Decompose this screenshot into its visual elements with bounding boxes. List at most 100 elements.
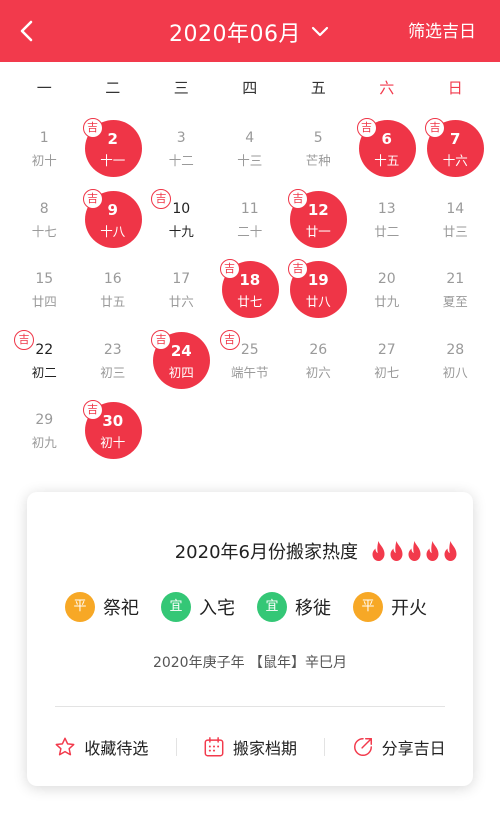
lunar-date: 初二 (31, 364, 57, 380)
weekday-label: 五 (310, 79, 326, 97)
lunar-date: 初七 (374, 364, 400, 380)
activity-item: 宜入宅 (161, 592, 235, 622)
day-cell[interactable]: 28 初八 (421, 326, 490, 396)
day-cell[interactable]: 29 初九 (10, 396, 79, 466)
day-number: 5 (313, 130, 323, 146)
lunar-date: 十一 (100, 153, 126, 168)
day-cell[interactable]: 9 十八吉 (79, 185, 148, 255)
weekday-label: 四 (242, 79, 258, 97)
day-number: 14 (446, 200, 465, 217)
lucky-badge: 吉 (425, 118, 445, 138)
flame-icon (372, 541, 385, 561)
day-cell[interactable]: 4 十三 (216, 114, 285, 184)
day-cell[interactable]: 15 廿四 (10, 255, 79, 325)
weekday-label-sunday: 日 (447, 79, 463, 97)
lunar-date: 廿八 (305, 294, 331, 310)
day-cell[interactable]: 21 夏至 (421, 255, 490, 325)
weekday-label: 一 (36, 79, 52, 97)
weekday-label-saturday: 六 (379, 79, 395, 97)
share-lucky-day-button[interactable]: 分享吉日 (324, 730, 473, 764)
day-cell[interactable]: 11 二十 (216, 185, 285, 255)
day-number: 3 (176, 130, 186, 146)
heat-row: 2020年6月份搬家热度 (175, 538, 459, 564)
lucky-badge: 吉 (219, 329, 240, 350)
lunar-date: 十五 (374, 153, 400, 168)
day-cell[interactable]: 10 十九吉 (147, 185, 216, 255)
lunar-date: 廿一 (305, 223, 331, 239)
day-cell[interactable]: 17 廿六 (147, 255, 216, 325)
day-cell[interactable]: 3 十二 (147, 114, 216, 184)
day-cell[interactable]: 1 初十 (10, 114, 79, 184)
lunar-date: 芒种 (305, 153, 331, 168)
lunar-date: 十六 (442, 153, 468, 168)
day-number: 28 (446, 341, 465, 358)
lunar-date: 初九 (31, 435, 57, 451)
activity-item: 宜移徙 (257, 592, 331, 622)
day-cell[interactable]: 2 十一吉 (79, 114, 148, 184)
activity-item: 平开火 (353, 592, 427, 622)
activity-list: 平祭祀宜入宅宜移徙平开火 (65, 592, 427, 622)
share-icon (353, 738, 372, 756)
day-cell[interactable]: 16 廿五 (79, 255, 148, 325)
day-cell[interactable]: 6 十五吉 (353, 114, 422, 184)
flame-icon (444, 541, 457, 561)
lunar-date: 初八 (442, 364, 468, 380)
lucky-badge: 吉 (82, 188, 103, 209)
lunar-date: 廿六 (168, 294, 194, 310)
lunar-date: 端午节 (230, 364, 269, 380)
filter-lucky-days-button[interactable]: 筛选吉日 (408, 17, 476, 42)
day-cell[interactable]: 22 初二吉 (10, 326, 79, 396)
activity-item: 平祭祀 (65, 592, 139, 622)
weekday-label: 三 (173, 79, 189, 97)
day-number: 23 (103, 341, 122, 358)
day-cell[interactable]: 30 初十吉 (79, 396, 148, 466)
weekday-header: 一 二 三 四 五 六 日 (0, 62, 500, 114)
day-cell[interactable]: 24 初四吉 (147, 326, 216, 396)
day-cell[interactable]: 5 芒种 (284, 114, 353, 184)
lucky-badge: 吉 (14, 329, 34, 350)
day-cell[interactable]: 14 廿三 (421, 185, 490, 255)
day-cell[interactable]: 7 十六吉 (421, 114, 490, 184)
lunar-date: 初十 (31, 153, 57, 168)
lunar-date: 十七 (31, 223, 57, 239)
divider (55, 706, 445, 707)
lucky-badge: 吉 (288, 188, 308, 209)
lunar-date: 夏至 (442, 294, 468, 310)
day-cell[interactable]: 19 廿八吉 (284, 255, 353, 325)
day-cell[interactable]: 13 廿二 (353, 185, 422, 255)
day-cell[interactable]: 8 十七 (10, 185, 79, 255)
day-number: 26 (309, 341, 328, 358)
weekday-label: 二 (105, 79, 121, 97)
flame-icon (390, 541, 403, 561)
lunar-date: 廿九 (374, 294, 400, 310)
day-cell[interactable]: 12 廿一吉 (284, 185, 353, 255)
lucky-badge: 吉 (82, 118, 103, 138)
day-cell[interactable]: 23 初三 (79, 326, 148, 396)
month-selector[interactable]: 2020年06月 (150, 15, 350, 49)
day-number: 29 (35, 412, 54, 429)
moving-schedule-button[interactable]: 搬家档期 (175, 730, 325, 764)
day-cell[interactable]: 25 端午节吉 (216, 326, 285, 396)
back-arrow-icon[interactable] (14, 17, 42, 45)
day-cell[interactable]: 20 廿九 (353, 255, 422, 325)
heat-flames (370, 540, 459, 562)
moving-schedule-label: 搬家档期 (233, 739, 298, 758)
favorite-label: 收藏待选 (84, 739, 149, 758)
day-number: 17 (172, 271, 191, 288)
lunar-date: 廿五 (100, 294, 126, 310)
day-cell[interactable]: 27 初七 (353, 326, 422, 396)
activity-tag: 宜 (257, 592, 287, 622)
lunar-date: 廿二 (374, 223, 400, 239)
favorite-button[interactable]: 收藏待选 (27, 730, 176, 764)
day-cell[interactable]: 18 廿七吉 (216, 255, 285, 325)
lunar-date: 初四 (168, 364, 194, 380)
chevron-down-icon (311, 26, 329, 37)
lucky-badge: 吉 (82, 400, 103, 421)
moving-info-card: 2020年6月份搬家热度 平祭祀宜入宅宜移徙平开火 2020年庚子年 【鼠年】辛… (27, 492, 473, 786)
lucky-badge: 吉 (219, 259, 240, 280)
day-cell[interactable]: 26 初六 (284, 326, 353, 396)
day-number: 21 (446, 271, 465, 288)
lunar-date: 十八 (100, 223, 126, 239)
lunar-date: 初六 (305, 364, 331, 380)
lucky-badge: 吉 (356, 118, 377, 138)
